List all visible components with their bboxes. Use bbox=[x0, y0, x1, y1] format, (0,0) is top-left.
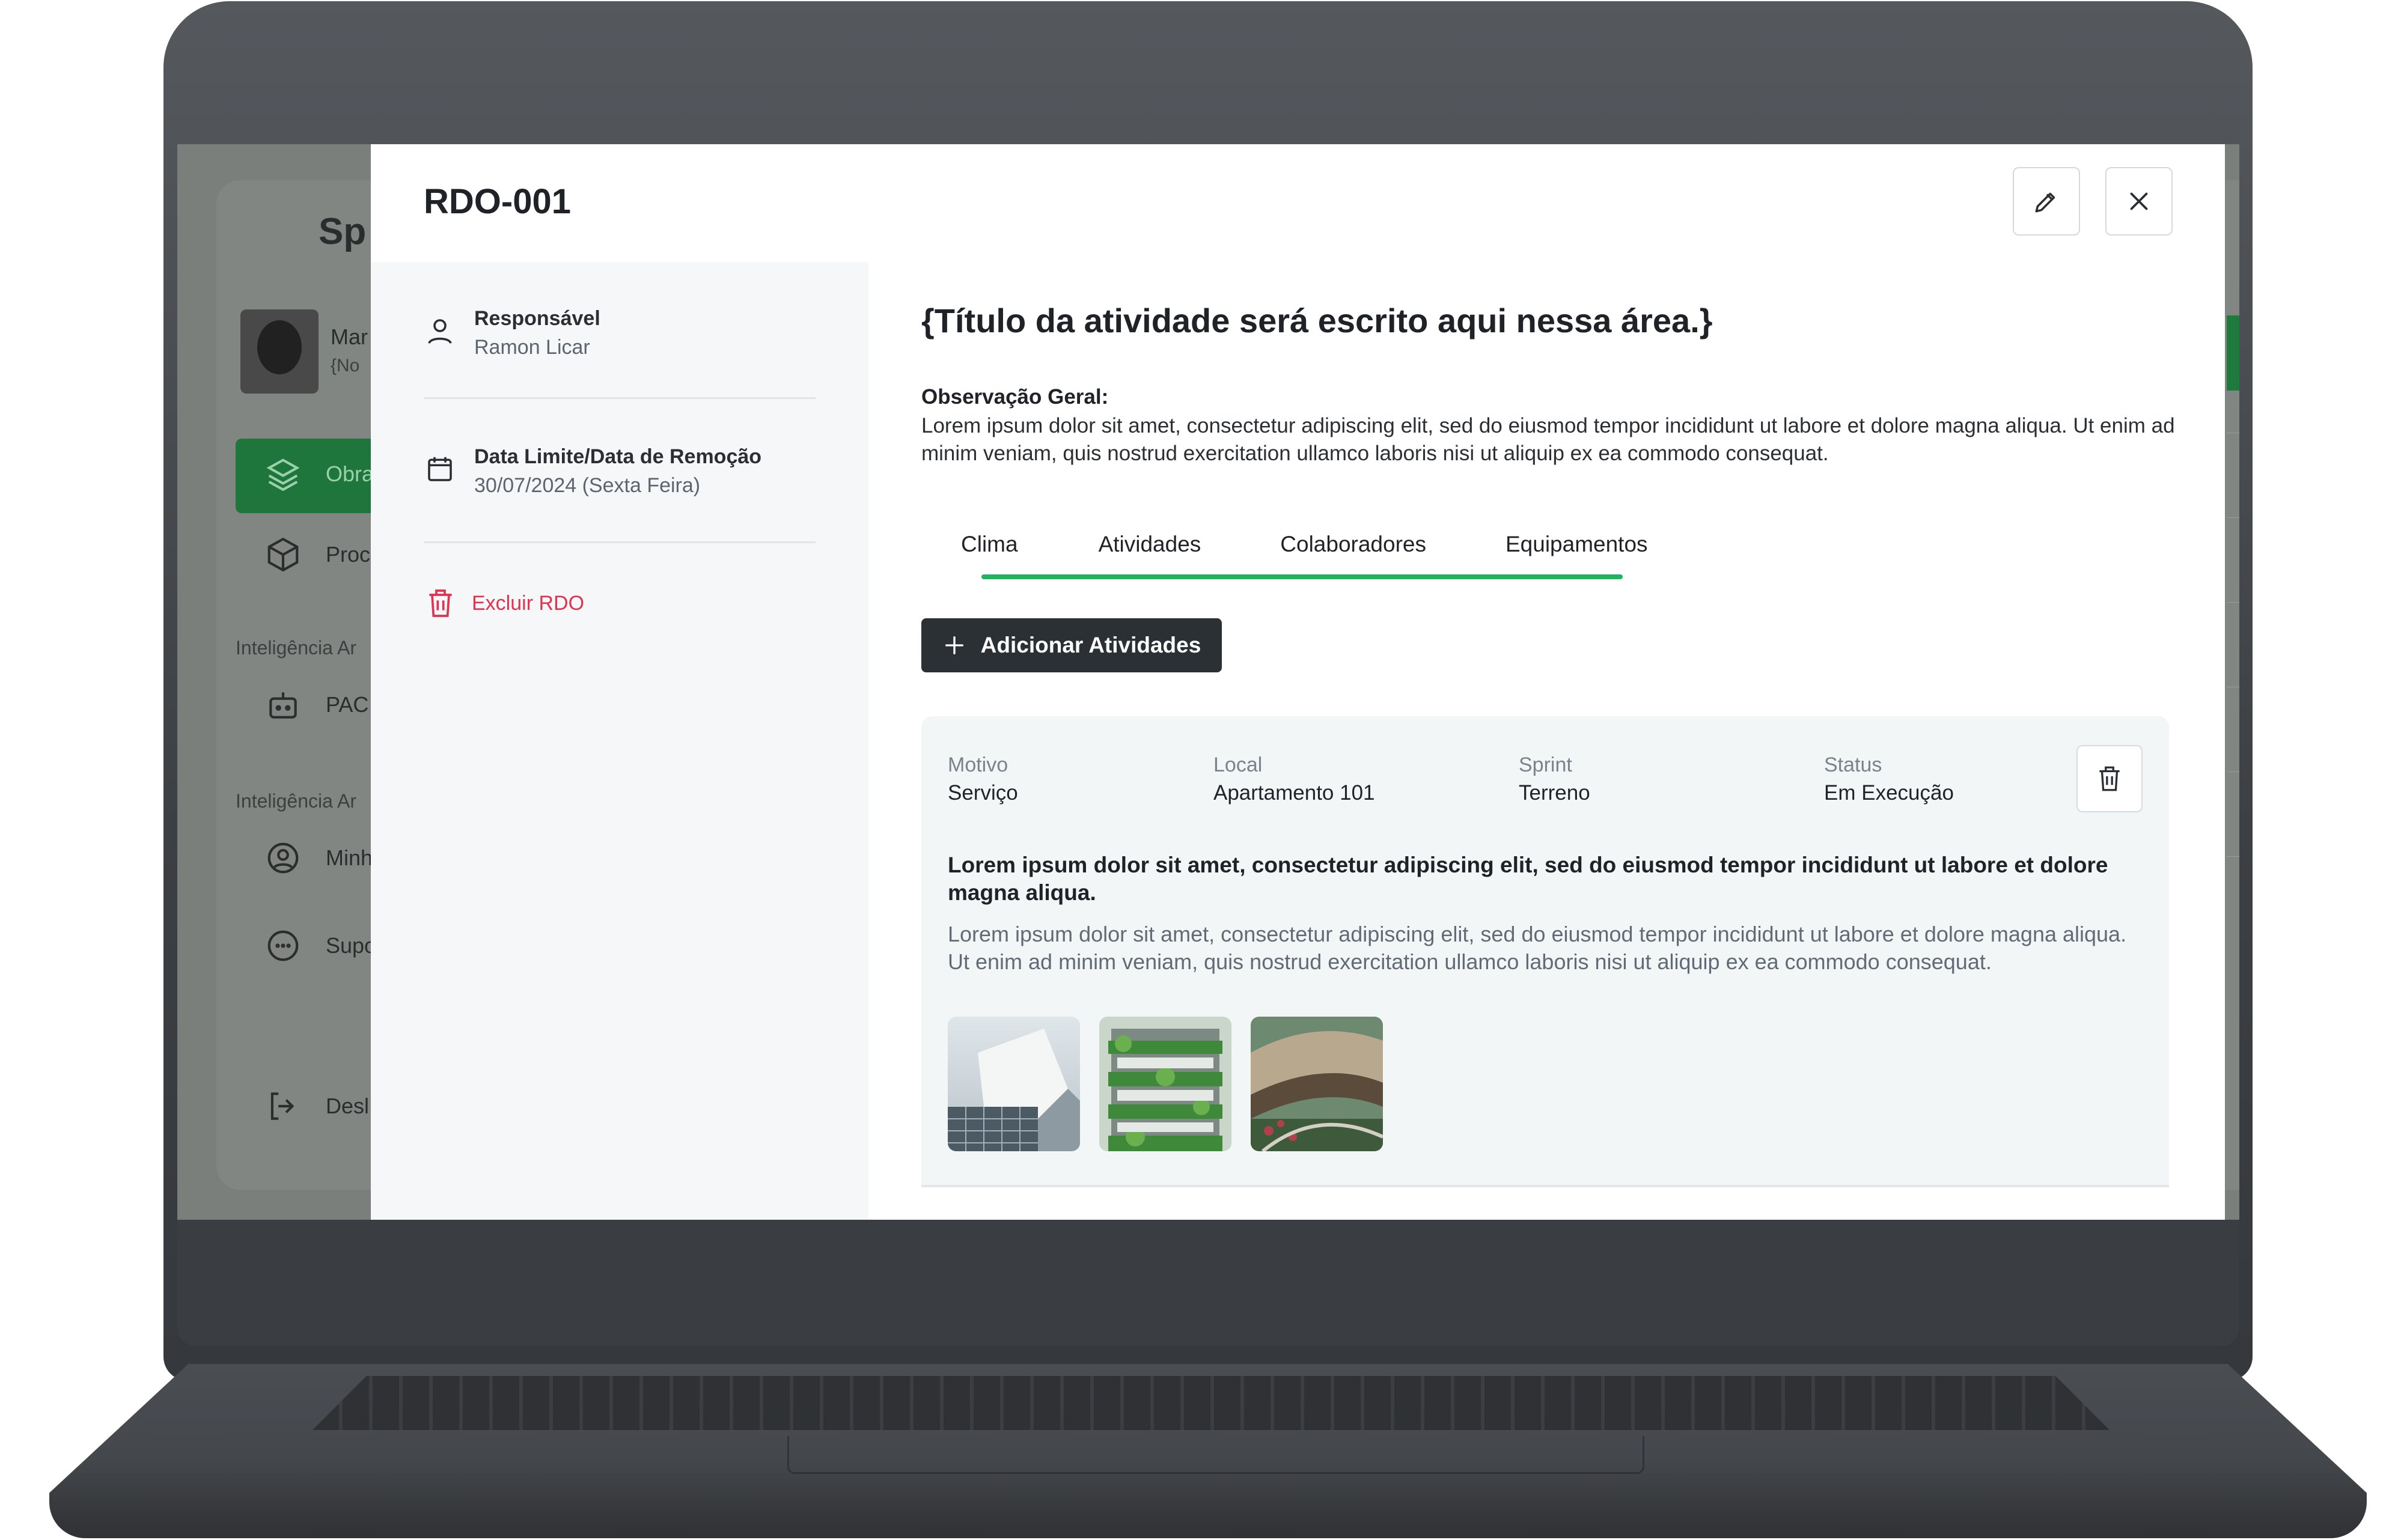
add-activities-label: Adicionar Atividades bbox=[980, 633, 1201, 657]
tab-clima[interactable]: Clima bbox=[921, 514, 1058, 574]
responsavel-value: Ramon Licar bbox=[474, 336, 590, 359]
activity-summary: Lorem ipsum dolor sit amet, consectetur … bbox=[948, 853, 2108, 905]
background-section-label: Inteligência Ar bbox=[236, 790, 357, 812]
date-label: Data Limite/Data de Remoção bbox=[474, 445, 762, 468]
background-nav-label: Minh bbox=[326, 845, 373, 870]
divider bbox=[424, 541, 816, 543]
photo-thumbnail[interactable] bbox=[1251, 1017, 1383, 1151]
background-section-label: Inteligência Ar bbox=[236, 637, 357, 659]
background-nav-label: Desl bbox=[326, 1094, 370, 1118]
activity-title: {Título da atividade será escrito aqui n… bbox=[921, 302, 1713, 339]
background-nav-item-obra: Obra bbox=[264, 455, 374, 493]
active-tab-indicator bbox=[981, 574, 1623, 579]
close-icon bbox=[2130, 192, 2148, 210]
photo-gallery bbox=[948, 1017, 1383, 1151]
delete-rdo-label: Excluir RDO bbox=[472, 591, 585, 615]
background-nav-label: Obra bbox=[326, 461, 374, 486]
background-nav-item-desl: Desl bbox=[264, 1088, 369, 1125]
observation-label: Observação Geral: bbox=[921, 385, 1109, 409]
add-activities-button[interactable]: Adicionar Atividades bbox=[921, 618, 1222, 672]
background-user-name: Mar bbox=[331, 324, 368, 349]
background-nav-label: Supo bbox=[326, 933, 377, 958]
edit-button[interactable] bbox=[2013, 167, 2080, 236]
motivo-value: Serviço bbox=[948, 781, 1018, 805]
trash-icon bbox=[2099, 766, 2120, 791]
modal-header: RDO-001 bbox=[371, 144, 2225, 263]
activity-description: Lorem ipsum dolor sit amet, consectetur … bbox=[948, 922, 2127, 974]
local-label: Local bbox=[1213, 753, 1263, 776]
activity-card: Motivo Serviço Local Apartamento 101 Spr… bbox=[921, 716, 2169, 1187]
green-building-photo bbox=[1099, 1017, 1231, 1151]
layers-icon bbox=[266, 458, 300, 492]
photo-thumbnail[interactable] bbox=[1099, 1017, 1231, 1151]
status-label: Status bbox=[1824, 753, 1882, 776]
sprint-field: Sprint Terreno bbox=[1519, 751, 1590, 808]
building-photo bbox=[948, 1017, 1080, 1151]
date-value: 30/07/2024 (Sexta Feira) bbox=[474, 474, 701, 497]
laptop-bezel bbox=[177, 1220, 2239, 1346]
background-nav-label: Proc bbox=[326, 542, 371, 567]
background-logo: Sp bbox=[319, 211, 367, 252]
motivo-label: Motivo bbox=[948, 753, 1008, 776]
tab-colaboradores[interactable]: Colaboradores bbox=[1240, 514, 1466, 574]
details-sidebar: Responsável Ramon Licar Data Limite/Data… bbox=[371, 262, 868, 1220]
motivo-field: Motivo Serviço bbox=[948, 751, 1018, 808]
pencil-icon bbox=[2035, 192, 2055, 213]
delete-rdo-button[interactable]: Excluir RDO bbox=[424, 586, 584, 620]
box-icon bbox=[267, 537, 299, 572]
status-field: Status Em Execução bbox=[1824, 751, 1954, 808]
rdo-modal: RDO-001 Responsável Ramon Licar Data Lim… bbox=[371, 144, 2225, 1220]
background-nav-item-proc: Proc bbox=[264, 536, 370, 573]
avatar bbox=[240, 309, 319, 394]
divider bbox=[424, 397, 816, 399]
local-value: Apartamento 101 bbox=[1213, 781, 1375, 805]
main-content: {Título da atividade será escrito aqui n… bbox=[868, 262, 2225, 1220]
sprint-value: Terreno bbox=[1519, 781, 1590, 805]
sprint-label: Sprint bbox=[1519, 753, 1572, 776]
modal-title: RDO-001 bbox=[424, 182, 571, 221]
background-nav-item-pac: PAC bbox=[264, 686, 368, 723]
calendar-icon bbox=[428, 457, 452, 481]
trash-icon bbox=[429, 589, 452, 617]
user-icon bbox=[428, 319, 452, 344]
status-value: Em Execução bbox=[1824, 781, 1954, 805]
background-nav-item-supo: Supo bbox=[264, 927, 376, 964]
background-table-lines bbox=[2227, 433, 2239, 941]
delete-activity-button[interactable] bbox=[2076, 745, 2143, 812]
background-right-accent bbox=[2227, 315, 2239, 391]
local-field: Local Apartamento 101 bbox=[1213, 751, 1375, 808]
observation-text: Lorem ipsum dolor sit amet, consectetur … bbox=[921, 414, 2175, 465]
responsavel-label: Responsável bbox=[474, 307, 600, 330]
curved-roof-photo bbox=[1251, 1017, 1383, 1151]
user-circle-icon bbox=[267, 842, 299, 874]
background-nav-label: PAC bbox=[326, 692, 369, 717]
logout-icon bbox=[270, 1092, 294, 1120]
tab-atividades[interactable]: Atividades bbox=[1058, 514, 1241, 574]
robot-icon bbox=[269, 692, 297, 719]
laptop-trackpad bbox=[787, 1436, 1644, 1474]
background-user-sub: {No bbox=[331, 356, 360, 376]
background-nav-item-minh: Minh bbox=[264, 839, 373, 877]
responsavel-info: Responsável Ramon Licar bbox=[424, 304, 600, 362]
plus-icon bbox=[945, 636, 963, 654]
date-info: Data Limite/Data de Remoção 30/07/2024 (… bbox=[424, 442, 761, 500]
photo-thumbnail[interactable] bbox=[948, 1017, 1080, 1151]
chat-icon bbox=[267, 930, 299, 961]
tab-bar: Clima Atividades Colaboradores Equipamen… bbox=[921, 514, 1703, 580]
close-button[interactable] bbox=[2105, 167, 2173, 236]
tab-equipamentos[interactable]: Equipamentos bbox=[1466, 514, 1688, 574]
laptop-keyboard bbox=[313, 1376, 2110, 1430]
